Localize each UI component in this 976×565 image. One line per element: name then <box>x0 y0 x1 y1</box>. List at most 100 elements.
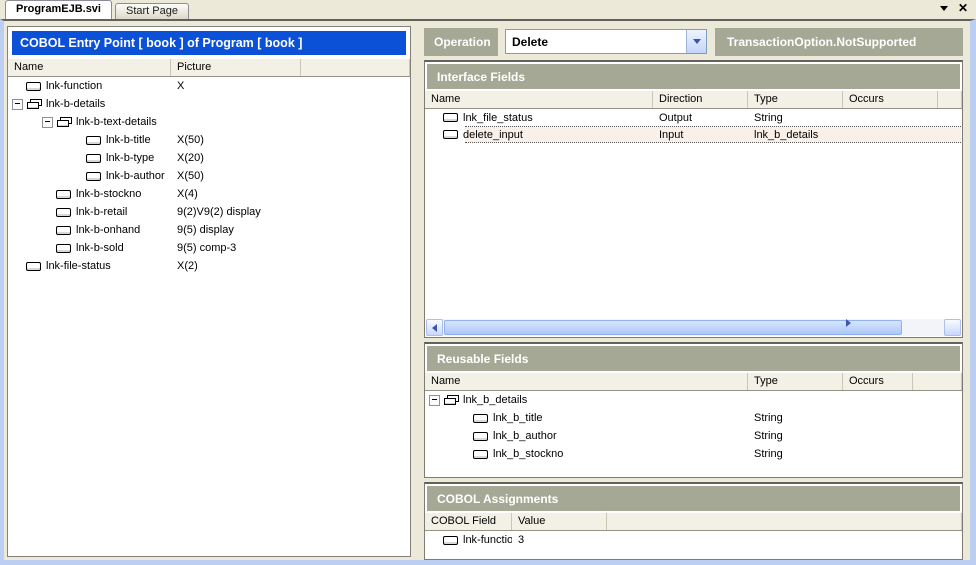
cell-occurs <box>843 445 913 463</box>
scrollbar-thumb[interactable] <box>444 320 902 335</box>
column-header-filler <box>301 59 410 76</box>
table-row[interactable]: lnk-b-title X(50) <box>8 131 410 149</box>
reusable-fields-column-header: NameTypeOccurs <box>425 373 962 391</box>
close-icon[interactable]: ✕ <box>958 2 968 14</box>
row-label: lnk_b_title <box>493 412 543 424</box>
row-label: lnk-b-type <box>106 152 154 164</box>
column-header-type: Type <box>748 91 843 108</box>
cell-type: String <box>748 427 843 445</box>
cell-filler <box>301 257 410 275</box>
table-row[interactable]: lnk_b_titleString <box>425 409 962 427</box>
row-label: lnk-b-title <box>106 134 151 146</box>
table-row[interactable]: lnk_b_authorString <box>425 427 962 445</box>
reusable-fields-header: Reusable Fields <box>427 346 960 371</box>
field-icon <box>86 154 101 163</box>
table-row[interactable]: lnk-b-text-details <box>8 113 410 131</box>
table-row[interactable]: lnk_b_stockno String <box>425 445 962 463</box>
cell-filler <box>913 409 962 427</box>
group-field-icon <box>57 117 72 128</box>
field-icon <box>86 172 101 181</box>
cell-name: lnk-b-stockno <box>8 185 171 203</box>
table-row[interactable]: lnk-b-sold 9(5) comp-3 <box>8 239 410 257</box>
interface-fields-column-header: NameDirectionTypeOccurs <box>425 91 962 109</box>
cell-picture: 9(5) display <box>171 221 301 239</box>
operation-selected-value: Delete <box>512 35 548 49</box>
row-label: lnk-b-text-details <box>76 116 157 128</box>
page-title: COBOL Entry Point [ book ] of Program [ … <box>12 31 406 55</box>
transaction-option-badge: TransactionOption.NotSupported <box>715 28 963 56</box>
cell-filler <box>301 77 410 95</box>
cell-occurs <box>843 126 938 143</box>
cell-name: lnk-b-title <box>8 131 171 149</box>
row-label: lnk-b-stockno <box>76 188 141 200</box>
table-row[interactable]: lnk-b-authorX(50) <box>8 167 410 185</box>
table-row[interactable]: lnk-b-details <box>8 95 410 113</box>
cobol-assignments-column-header: COBOL FieldValue <box>425 513 962 531</box>
cell-name: delete_input <box>425 126 653 143</box>
cell-picture: X(2) <box>171 257 301 275</box>
table-row[interactable]: lnk-file-statusX(2) <box>8 257 410 275</box>
cell-occurs <box>843 391 913 409</box>
table-row[interactable]: lnk-functionX <box>8 77 410 95</box>
view-menu-icon[interactable] <box>940 6 948 11</box>
cell-filler <box>938 126 962 143</box>
field-icon <box>26 82 41 91</box>
row-label: lnk_file_status <box>463 112 533 124</box>
cell-name: lnk_b_stockno <box>425 445 748 463</box>
row-label: lnk_b_stockno <box>493 448 563 460</box>
row-label: lnk-b-details <box>46 98 105 110</box>
editor-tab-actions: ✕ <box>940 2 968 14</box>
operation-select[interactable]: Delete <box>505 29 707 54</box>
cell-type: String <box>748 109 843 126</box>
column-header-name: Name <box>425 373 748 390</box>
cell-picture <box>171 95 301 113</box>
tab-programejb-svi[interactable]: ProgramEJB.svi <box>5 0 112 19</box>
expander-minus-icon[interactable] <box>429 395 440 406</box>
table-row[interactable]: lnk-b-type X(20) <box>8 149 410 167</box>
table-row[interactable]: lnk_file_statusOutputString <box>425 109 962 126</box>
group-field-icon <box>444 395 459 406</box>
field-icon <box>56 226 71 235</box>
row-label: lnk-function <box>46 80 102 92</box>
cell-picture: X(20) <box>171 149 301 167</box>
cell-filler <box>913 391 962 409</box>
cell-name: lnk-b-type <box>8 149 171 167</box>
column-header-filler <box>913 373 962 390</box>
cell-name: lnk-b-onhand <box>8 221 171 239</box>
expander-minus-icon[interactable] <box>42 117 53 128</box>
table-row[interactable]: delete_inputInputlnk_b_details <box>425 126 962 143</box>
cell-name: lnk-b-retail <box>8 203 171 221</box>
row-label: lnk-function <box>463 534 512 546</box>
cell-name: lnk-b-sold <box>8 239 171 257</box>
horizontal-scrollbar[interactable] <box>426 319 961 336</box>
reusable-fields-tree: lnk_b_detailslnk_b_titleStringlnk_b_auth… <box>425 391 962 463</box>
tab-start-page[interactable]: Start Page <box>115 3 189 19</box>
scroll-left-button[interactable] <box>426 319 443 336</box>
cell-name: lnk_b_author <box>425 427 748 445</box>
interface-fields-header: Interface Fields <box>427 64 960 89</box>
cell-occurs <box>843 427 913 445</box>
field-icon <box>26 262 41 271</box>
expander-minus-icon[interactable] <box>12 99 23 110</box>
cell-picture: X(50) <box>171 131 301 149</box>
table-row[interactable]: lnk-b-retail9(2)V9(2) display <box>8 203 410 221</box>
cell-name: lnk-file-status <box>8 257 171 275</box>
cell-type: String <box>748 445 843 463</box>
table-row[interactable]: lnk_b_details <box>425 391 962 409</box>
cell-filler <box>301 167 410 185</box>
row-label: lnk-b-sold <box>76 242 124 254</box>
cobol-entry-point-pane: COBOL Entry Point [ book ] of Program [ … <box>7 26 411 557</box>
scroll-right-button[interactable] <box>944 319 961 336</box>
table-row[interactable]: lnk-b-onhand9(5) display <box>8 221 410 239</box>
row-label: lnk_b_details <box>463 394 527 406</box>
table-row[interactable]: lnk-b-stocknoX(4) <box>8 185 410 203</box>
cell-filler <box>301 221 410 239</box>
cobol-assignments-panel: COBOL Assignments COBOL FieldValue lnk-f… <box>424 482 963 560</box>
operation-label: Operation <box>424 28 498 56</box>
cell-filler <box>301 95 410 113</box>
cell-picture: 9(5) comp-3 <box>171 239 301 257</box>
cobol-structure-tree: lnk-functionX lnk-b-details lnk-b-text-det… <box>8 77 410 275</box>
table-row[interactable]: lnk-function3 <box>425 531 962 549</box>
cobol-assignments-header: COBOL Assignments <box>427 486 960 511</box>
combo-dropdown-button[interactable] <box>686 30 706 53</box>
